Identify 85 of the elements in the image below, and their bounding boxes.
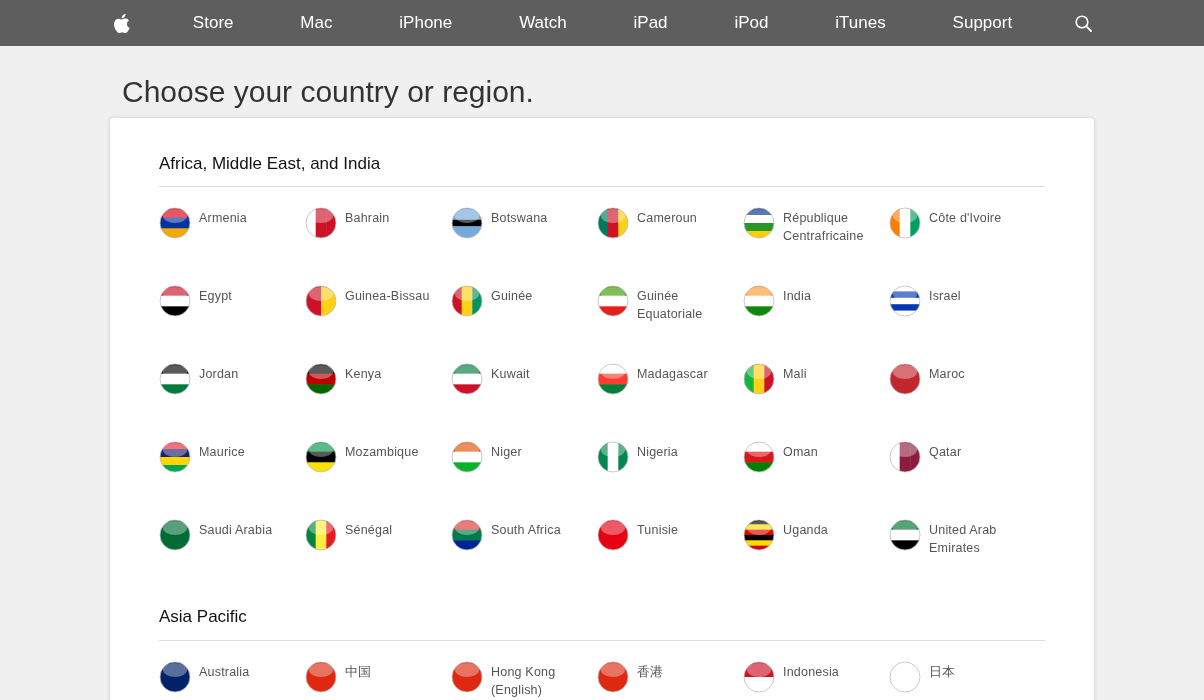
flag-icon [889, 207, 921, 240]
country-link[interactable]: Hong Kong (English) [491, 660, 583, 699]
flag-icon [743, 285, 775, 318]
country-link[interactable]: Mali [783, 363, 807, 384]
country-link[interactable]: Egypt [199, 285, 232, 306]
flag-icon [159, 363, 191, 396]
country-link[interactable]: République Centrafricaine [783, 207, 875, 246]
flag-icon [159, 285, 191, 318]
country-link[interactable]: Niger [491, 441, 522, 462]
country-link[interactable]: Bahrain [345, 207, 390, 228]
flag-icon [305, 519, 337, 552]
flag-icon [889, 441, 921, 474]
flag-icon [305, 660, 337, 693]
country-link[interactable]: Mozambique [345, 441, 419, 462]
country-link[interactable]: Guinea-Bissau [345, 285, 430, 306]
country-link[interactable]: Qatar [929, 441, 962, 462]
page-title: Choose your country or region. [121, 74, 535, 110]
flag-icon [451, 363, 483, 396]
flag-icon [305, 285, 337, 318]
flag-icon [743, 441, 775, 474]
country-link[interactable]: United Arab Emirates [929, 519, 1021, 558]
country-link[interactable]: Maurice [199, 441, 245, 462]
country-link[interactable]: Indonesia [783, 660, 839, 681]
country-link[interactable]: Israel [929, 285, 961, 306]
flag-icon [159, 660, 191, 693]
country-link[interactable]: Nigeria [637, 441, 678, 462]
flag-icon [743, 363, 775, 396]
nav-link[interactable]: iPhone [395, 10, 457, 36]
nav-link[interactable]: Store [188, 10, 238, 36]
flag-icon [743, 207, 775, 240]
flag-icon [889, 519, 921, 552]
search-icon[interactable] [1075, 14, 1092, 32]
region-heading: Africa, Middle East, and India [159, 154, 1045, 188]
flag-icon [305, 363, 337, 396]
flag-icon [889, 363, 921, 396]
country-link[interactable]: Oman [783, 441, 818, 462]
nav-link[interactable]: iTunes [831, 10, 890, 36]
country-link[interactable]: 中国 [345, 660, 372, 681]
flag-icon [451, 519, 483, 552]
nav-link[interactable]: Watch [515, 10, 571, 36]
flag-icon [451, 660, 483, 693]
country-link[interactable]: Saudi Arabia [199, 519, 273, 540]
nav-link[interactable]: iPad [629, 10, 672, 36]
country-link[interactable]: Kenya [345, 363, 382, 384]
flag-icon [159, 519, 191, 552]
apple-logo-icon[interactable] [112, 12, 130, 34]
flag-icon [597, 441, 629, 474]
flag-icon [451, 441, 483, 474]
country-link[interactable]: Kuwait [491, 363, 530, 384]
flag-icon [597, 519, 629, 552]
country-link[interactable]: Maroc [929, 363, 965, 384]
country-link[interactable]: Australia [199, 660, 250, 681]
country-link[interactable]: Armenia [199, 207, 247, 228]
country-link[interactable]: Guinée Equatoriale [637, 285, 729, 324]
flag-icon [743, 660, 775, 693]
country-link[interactable]: Jordan [199, 363, 239, 384]
country-link[interactable]: Uganda [783, 519, 828, 540]
flag-icon [159, 441, 191, 474]
nav-link[interactable]: Support [948, 10, 1017, 36]
flag-icon [451, 285, 483, 318]
country-link[interactable]: Cameroun [637, 207, 697, 228]
country-link[interactable]: Madagascar [637, 363, 708, 384]
flag-icon [305, 207, 337, 240]
flag-icon [305, 441, 337, 474]
country-link[interactable]: 香港 [637, 660, 664, 681]
flag-icon [743, 519, 775, 552]
flag-icon [889, 660, 921, 693]
country-link[interactable]: Tunisie [637, 519, 679, 540]
flag-icon [597, 660, 629, 693]
country-link[interactable]: India [783, 285, 812, 306]
flag-icon [597, 363, 629, 396]
nav-link[interactable]: Mac [296, 10, 337, 36]
country-link[interactable]: South Africa [491, 519, 561, 540]
country-link[interactable]: Sénégal [345, 519, 393, 540]
flag-icon [597, 285, 629, 318]
flag-icon [451, 207, 483, 240]
flag-icon [159, 207, 191, 240]
flag-icon [889, 285, 921, 318]
flag-icon [597, 207, 629, 240]
nav-link[interactable]: iPod [730, 10, 773, 36]
country-link[interactable]: Guinée [491, 285, 533, 306]
country-link[interactable]: 日本 [929, 660, 956, 681]
country-link[interactable]: Botswana [491, 207, 548, 228]
region-heading: Asia Pacific [159, 607, 1045, 641]
country-link[interactable]: Côte d'Ivoire [929, 207, 1002, 228]
